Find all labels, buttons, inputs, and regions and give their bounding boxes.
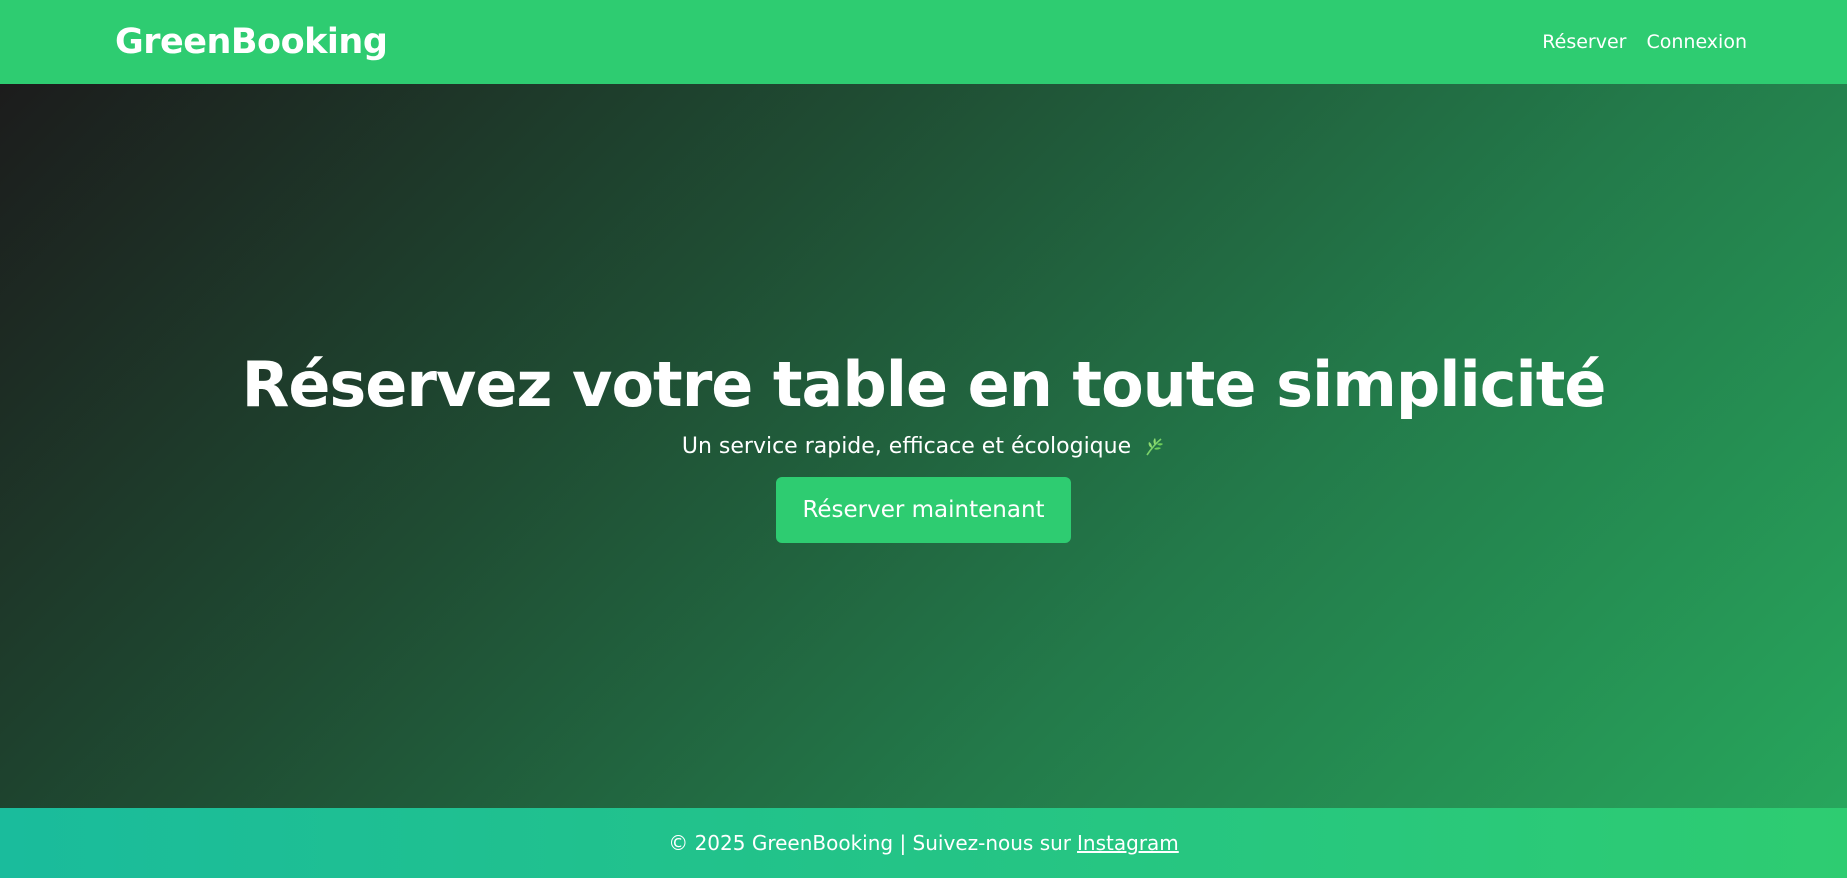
nav-link-reserver[interactable]: Réserver [1542, 31, 1626, 53]
page-footer: © 2025 GreenBooking | Suivez-nous sur In… [0, 808, 1847, 878]
footer-text: © 2025 GreenBooking | Suivez-nous sur [668, 831, 1072, 855]
hero-subtitle: Un service rapide, efficace et écologiqu… [681, 433, 1132, 459]
instagram-link[interactable]: Instagram [1077, 831, 1179, 855]
hero-title: Réservez votre table en toute simplicité [241, 348, 1607, 422]
nav-links: Réserver Connexion [1542, 31, 1747, 53]
nav-link-connexion[interactable]: Connexion [1646, 31, 1747, 53]
top-navbar: GreenBooking Réserver Connexion [0, 0, 1847, 84]
reserve-now-button[interactable]: Réserver maintenant [776, 476, 1071, 543]
hero-section: Réservez votre table en toute simplicité… [0, 84, 1847, 808]
leaf-icon [1143, 435, 1165, 457]
hero-subtitle-row: Un service rapide, efficace et écologiqu… [682, 434, 1165, 459]
brand-logo[interactable]: GreenBooking [115, 22, 388, 62]
